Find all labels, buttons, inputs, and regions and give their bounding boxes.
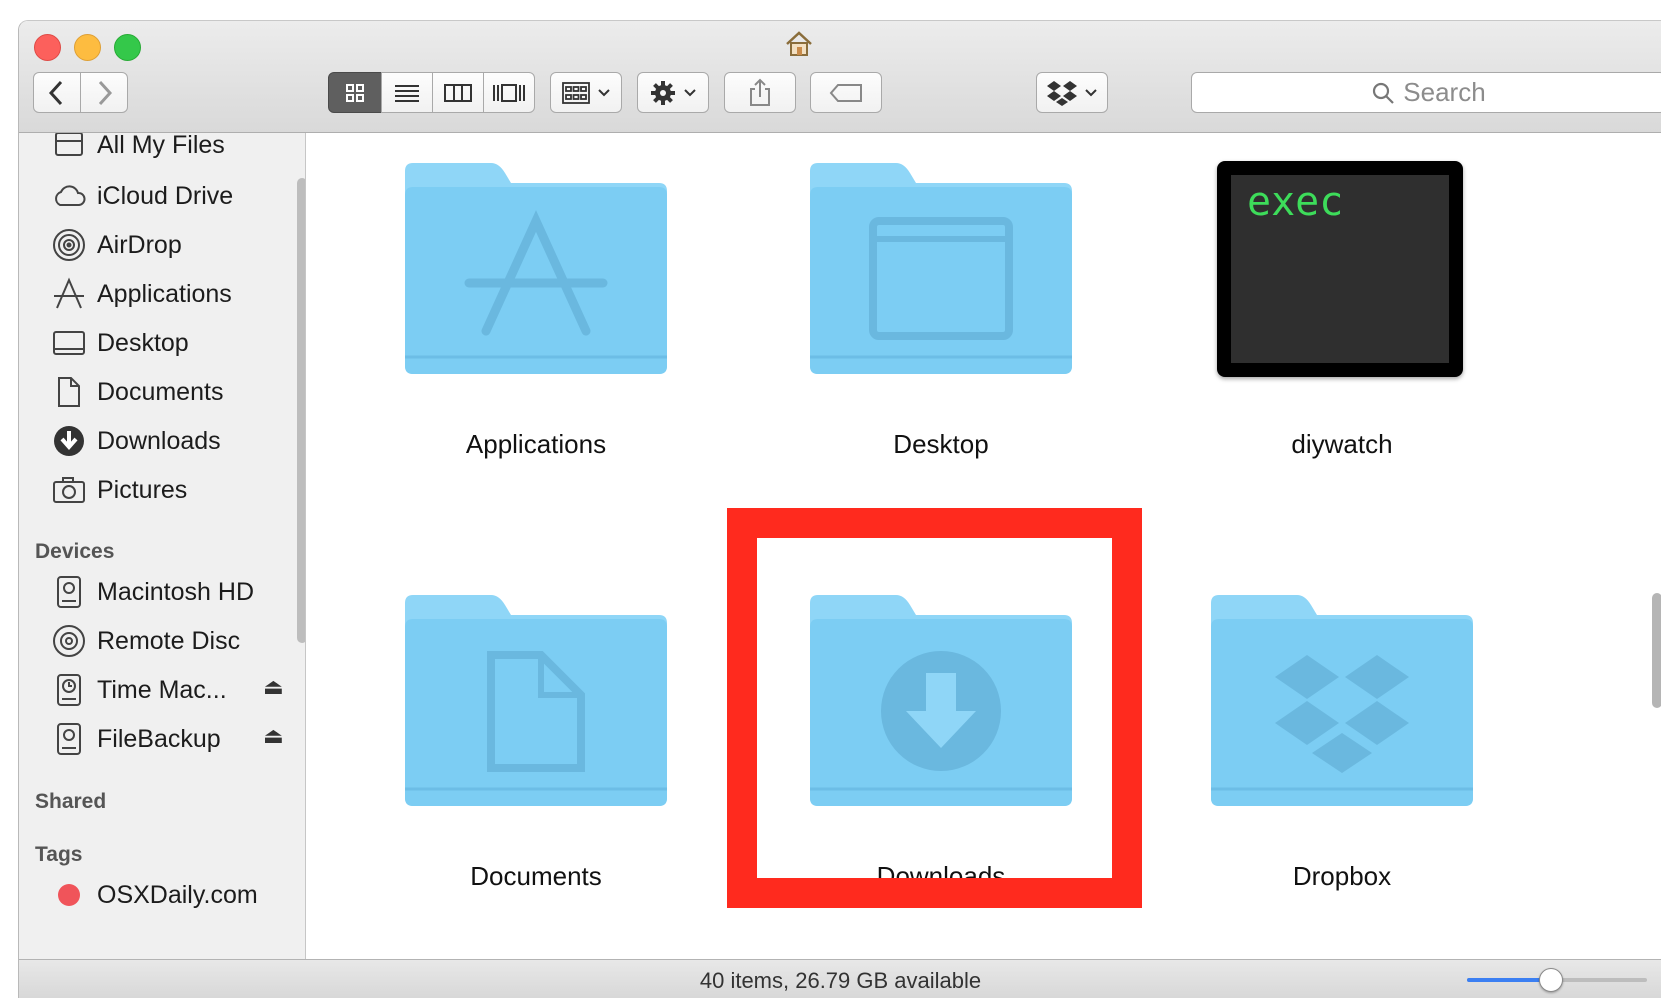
file-item-label: diywatch — [1291, 429, 1393, 459]
search-placeholder: Search — [1403, 77, 1486, 107]
sidebar-item-macintosh-hd[interactable]: Macintosh HD — [51, 570, 254, 614]
sidebar-item-pictures[interactable]: Pictures — [51, 468, 187, 512]
finder-window: Search All My Files iCloud Drive AirDrop… — [18, 20, 1661, 998]
sidebar-item-documents[interactable]: Documents — [51, 370, 223, 414]
dropbox-folder-icon — [1211, 595, 1473, 806]
applications-icon — [54, 277, 84, 309]
grid-icon — [346, 83, 364, 102]
downloads-icon — [54, 426, 84, 456]
exec-icon: exec — [1217, 161, 1463, 377]
camera-icon — [53, 477, 85, 503]
applications-folder-icon — [405, 163, 667, 374]
file-item-documents[interactable]: Documents — [386, 593, 686, 913]
icon-size-slider[interactable] — [1467, 968, 1647, 992]
sidebar-item-filebackup[interactable]: FileBackup — [51, 717, 221, 761]
hard-drive-icon — [57, 723, 81, 755]
icon-size-slider-knob[interactable] — [1538, 968, 1563, 992]
status-text: 40 items, 26.79 GB available — [699, 968, 982, 993]
dropbox-icon — [1047, 80, 1077, 106]
action-button[interactable] — [637, 72, 709, 113]
sidebar-item-airdrop[interactable]: AirDrop — [51, 223, 182, 267]
forward-button[interactable] — [80, 72, 128, 113]
tag-icon — [829, 83, 862, 102]
tags-button[interactable] — [810, 72, 882, 113]
file-item-label: Documents — [470, 861, 602, 891]
hard-drive-icon — [57, 576, 81, 608]
list-icon — [395, 84, 419, 102]
arrange-button[interactable] — [550, 72, 622, 113]
column-view-button[interactable] — [432, 72, 484, 113]
all-my-files-icon — [55, 133, 83, 156]
desktop-icon — [53, 331, 85, 355]
tags-header: Tags — [35, 843, 83, 866]
disc-icon — [53, 625, 85, 657]
minimize-button[interactable] — [74, 34, 101, 61]
time-machine-icon — [57, 674, 81, 706]
file-item-label: Applications — [465, 429, 607, 459]
icon-view-button[interactable] — [328, 72, 382, 113]
file-item-desktop[interactable]: Desktop — [791, 161, 1091, 481]
sidebar-item-desktop[interactable]: Desktop — [51, 321, 189, 365]
file-item-label: Dropbox — [1292, 861, 1392, 891]
content-scrollbar[interactable] — [1652, 593, 1661, 708]
file-item-applications[interactable]: Applications — [386, 161, 686, 481]
file-item-diywatch[interactable]: exec diywatch — [1192, 161, 1492, 481]
list-view-button[interactable] — [381, 72, 433, 113]
highlight-box — [727, 508, 1142, 908]
chevron-down-icon — [598, 88, 610, 96]
sidebar-item-downloads[interactable]: Downloads — [51, 419, 221, 463]
sidebar-item-tag-osxdaily[interactable]: OSXDaily.com — [51, 873, 258, 917]
tag-dot-icon — [58, 884, 80, 906]
share-button[interactable] — [724, 72, 796, 113]
file-item-dropbox[interactable]: Dropbox — [1192, 593, 1492, 913]
zoom-button[interactable] — [114, 34, 141, 61]
sidebar-item-icloud-drive[interactable]: iCloud Drive — [51, 174, 233, 218]
toolbar: Search — [19, 21, 1661, 133]
file-item-label: Desktop — [893, 429, 989, 459]
share-icon — [750, 78, 770, 106]
eject-icon[interactable]: ⏏ — [263, 723, 284, 749]
cover-flow-button[interactable] — [483, 72, 535, 113]
cloud-icon — [55, 185, 86, 206]
columns-icon — [444, 83, 472, 102]
sidebar-item-all-my-files[interactable]: All My Files — [51, 133, 225, 167]
airdrop-icon — [53, 229, 85, 261]
sidebar: All My Files iCloud Drive AirDrop Applic… — [19, 133, 306, 959]
close-button[interactable] — [34, 34, 61, 61]
sidebar-item-applications[interactable]: Applications — [51, 272, 232, 316]
exec-text: exec — [1247, 179, 1344, 225]
cover-flow-icon — [493, 83, 525, 102]
eject-icon[interactable]: ⏏ — [263, 674, 284, 700]
search-icon — [1373, 82, 1395, 104]
chevron-left-icon — [48, 80, 63, 105]
status-bar: 40 items, 26.79 GB available — [19, 959, 1661, 998]
gear-icon — [651, 80, 675, 105]
icon-size-slider-fill — [1467, 978, 1550, 982]
sidebar-item-remote-disc[interactable]: Remote Disc — [51, 619, 240, 663]
devices-header: Devices — [35, 540, 115, 563]
chevron-down-icon — [1085, 88, 1097, 96]
arrange-icon — [562, 81, 590, 104]
sidebar-item-time-machine[interactable]: Time Mac... — [51, 668, 227, 712]
search-field[interactable]: Search — [1191, 72, 1661, 113]
back-button[interactable] — [33, 72, 81, 113]
home-icon — [786, 31, 812, 56]
documents-folder-icon — [405, 595, 667, 806]
documents-icon — [58, 377, 80, 407]
shared-header: Shared — [35, 790, 107, 813]
chevron-right-icon — [98, 80, 113, 105]
desktop-folder-icon — [810, 163, 1072, 374]
chevron-down-icon — [684, 88, 696, 96]
dropbox-button[interactable] — [1036, 72, 1108, 113]
sidebar-scrollbar[interactable] — [297, 178, 305, 643]
